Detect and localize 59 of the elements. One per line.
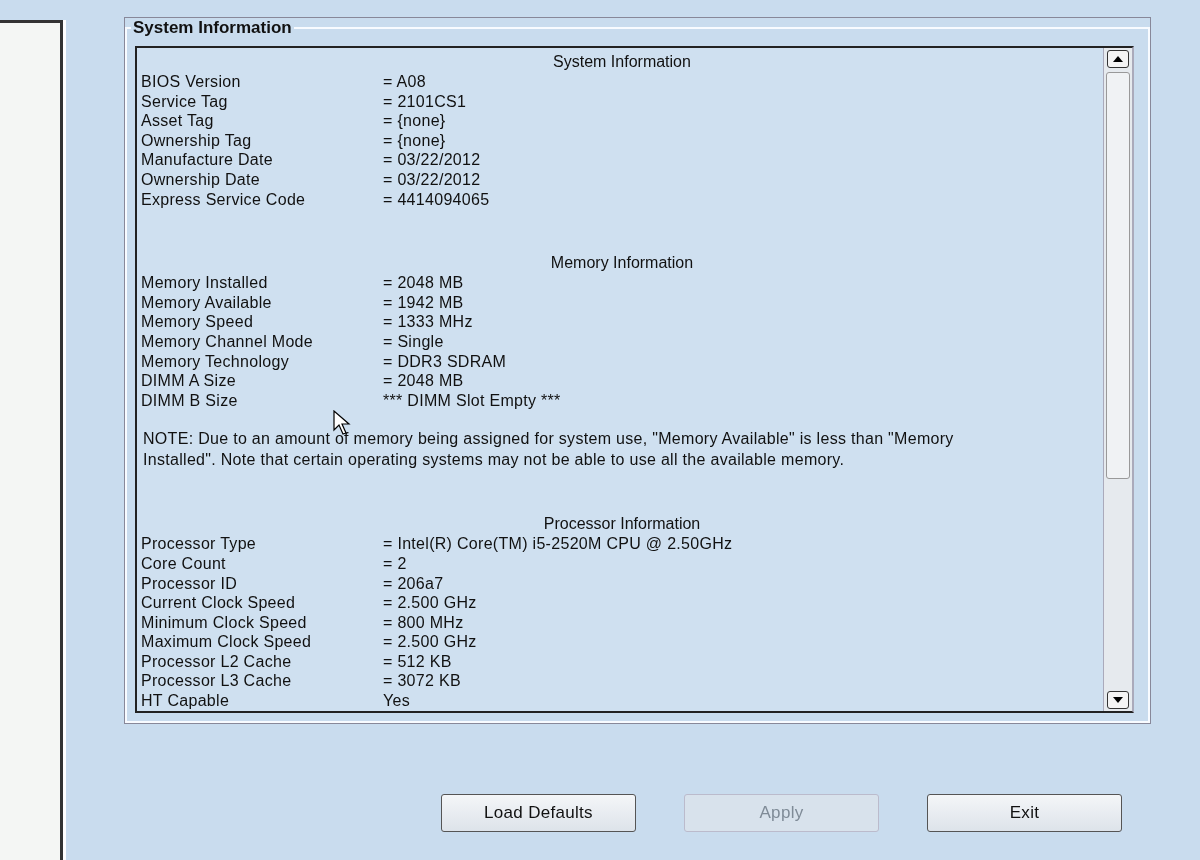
field-label: Service Tag	[141, 91, 229, 112]
field-value: = 800 MHz	[383, 612, 464, 633]
field-label: BIOS Version	[141, 72, 242, 92]
field-value: = 2048 MB	[383, 371, 464, 391]
field-label: Processor Type	[141, 534, 258, 554]
field-value: = 03/22/2012	[383, 150, 481, 170]
field-label: DIMM B Size	[141, 390, 239, 411]
field-value: = 2048 MB	[383, 273, 464, 293]
field-label: Manufacture Date	[141, 150, 274, 170]
field-value: = 2101CS1	[383, 91, 467, 112]
field-value: Yes	[383, 691, 410, 711]
dialog-button[interactable]: Exit	[927, 794, 1122, 832]
field-label: DIMM A Size	[141, 371, 237, 391]
field-value: = 206a7	[383, 573, 444, 594]
field-value: = Intel(R) Core(TM) i5-2520M CPU @ 2.50GHz	[383, 534, 733, 554]
note-text: NOTE: Due to an amount of memory being assigned for system use, "Memory Available" is less than "Memory Installed". Note that certain operating systems may not be able to use all the available memory.	[143, 429, 955, 471]
field-value: = 2.500 GHz	[383, 593, 477, 613]
scrollbar[interactable]	[1103, 48, 1132, 711]
field-label: Maximum Clock Speed	[141, 632, 313, 652]
field-label: Processor ID	[141, 573, 239, 594]
field-value: = 1333 MHz	[383, 312, 473, 332]
field-label: Express Service Code	[141, 189, 307, 210]
field-label: Core Count	[141, 553, 227, 574]
dialog-button[interactable]: Load Defaults	[441, 794, 636, 832]
field-value: = Single	[383, 331, 444, 352]
field-label: Memory Technology	[141, 351, 290, 372]
scrollbar-thumb[interactable]	[1106, 72, 1130, 479]
field-label: Memory Available	[141, 292, 273, 313]
section-heading: Memory Information	[549, 253, 695, 274]
field-value: *** DIMM Slot Empty ***	[383, 390, 561, 411]
field-label: Minimum Clock Speed	[141, 612, 308, 633]
field-value: = 03/22/2012	[383, 169, 481, 190]
field-value: = 2	[383, 553, 407, 574]
field-label: Ownership Tag	[141, 130, 253, 151]
field-value: = 4414094065	[383, 189, 490, 210]
field-value: = A08	[383, 72, 426, 92]
field-label: Current Clock Speed	[141, 593, 297, 613]
field-label: Ownership Date	[141, 169, 261, 190]
field-value: = 3072 KB	[383, 671, 461, 692]
scroll-down-button[interactable]	[1107, 690, 1129, 709]
field-value: = 1942 MB	[383, 292, 464, 313]
field-value: = 512 KB	[383, 651, 452, 672]
field-label: Memory Channel Mode	[141, 331, 314, 352]
field-value: = {none}	[383, 130, 446, 151]
caret-up-icon	[1113, 56, 1123, 62]
scroll-up-button[interactable]	[1107, 50, 1129, 68]
section-heading: System Information	[552, 52, 692, 72]
caret-down-icon	[1113, 696, 1123, 703]
field-label: Processor L3 Cache	[141, 671, 293, 692]
section-heading: Processor Information	[542, 514, 702, 535]
field-value: = 2.500 GHz	[383, 632, 477, 652]
field-label: HT Capable	[141, 691, 231, 711]
field-label: Asset Tag	[141, 111, 215, 131]
field-label: Memory Speed	[141, 312, 255, 332]
field-label: Memory Installed	[141, 273, 269, 293]
field-value: = {none}	[383, 111, 446, 131]
group-title: System Information	[132, 18, 293, 38]
field-value: = DDR3 SDRAM	[383, 351, 507, 372]
field-label: Processor L2 Cache	[141, 651, 293, 672]
